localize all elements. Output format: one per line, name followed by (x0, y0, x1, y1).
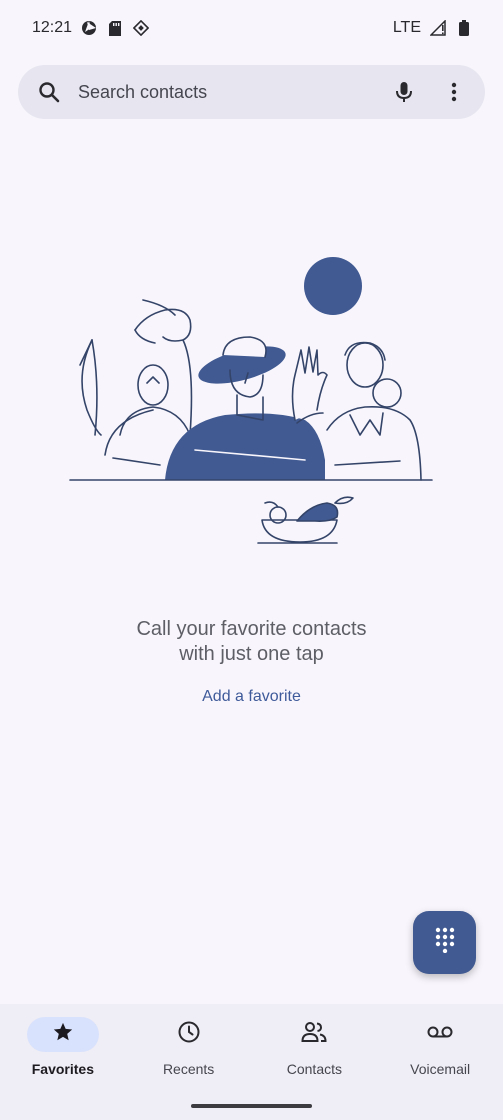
aperture-icon (80, 19, 98, 37)
voicemail-icon (427, 1025, 453, 1044)
nav-icon-wrap-recents (153, 1017, 225, 1052)
diamond-icon (132, 19, 150, 37)
nav-icon-wrap-contacts (278, 1017, 350, 1052)
nav-label-contacts: Contacts (286, 1061, 342, 1077)
nav-item-favorites[interactable]: Favorites (0, 1004, 126, 1120)
people-icon (301, 1021, 327, 1048)
bottom-nav: Favorites Recents Contacts Voicemail (0, 1004, 503, 1120)
clock-icon (177, 1020, 201, 1049)
favorites-illustration (69, 257, 433, 544)
more-vert-icon[interactable] (441, 79, 467, 105)
nav-active-indicator (26, 1017, 99, 1052)
dialpad-icon (434, 927, 456, 958)
battery-icon (455, 19, 473, 37)
status-bar: 12:21 LTE (0, 0, 503, 56)
search-icon[interactable] (36, 79, 62, 105)
nav-item-contacts[interactable]: Contacts (252, 1004, 378, 1120)
home-indicator[interactable] (191, 1104, 312, 1108)
nav-label-favorites: Favorites (31, 1061, 94, 1077)
nav-item-voicemail[interactable]: Voicemail (377, 1004, 503, 1120)
empty-state-message: Call your favorite contacts with just on… (0, 617, 503, 667)
microphone-icon[interactable] (391, 79, 417, 105)
empty-state-line1: Call your favorite contacts (136, 618, 367, 640)
sd-card-icon (106, 19, 124, 37)
star-icon (52, 1021, 74, 1048)
nav-item-recents[interactable]: Recents (126, 1004, 252, 1120)
nav-label-voicemail: Voicemail (410, 1061, 471, 1077)
dialpad-fab[interactable] (413, 911, 476, 974)
nav-label-recents: Recents (162, 1061, 215, 1077)
nav-icon-wrap-voicemail (404, 1017, 476, 1052)
search-input[interactable]: Search contacts (78, 82, 391, 103)
status-right: LTE (393, 19, 473, 37)
status-left: 12:21 (32, 19, 150, 37)
signal-icon (429, 19, 447, 37)
empty-state-line2: with just one tap (179, 643, 324, 665)
status-time: 12:21 (32, 19, 73, 36)
add-favorite-button[interactable]: Add a favorite (0, 688, 503, 706)
network-label: LTE (392, 19, 421, 36)
search-actions (391, 79, 467, 105)
search-bar[interactable]: Search contacts (18, 65, 485, 119)
